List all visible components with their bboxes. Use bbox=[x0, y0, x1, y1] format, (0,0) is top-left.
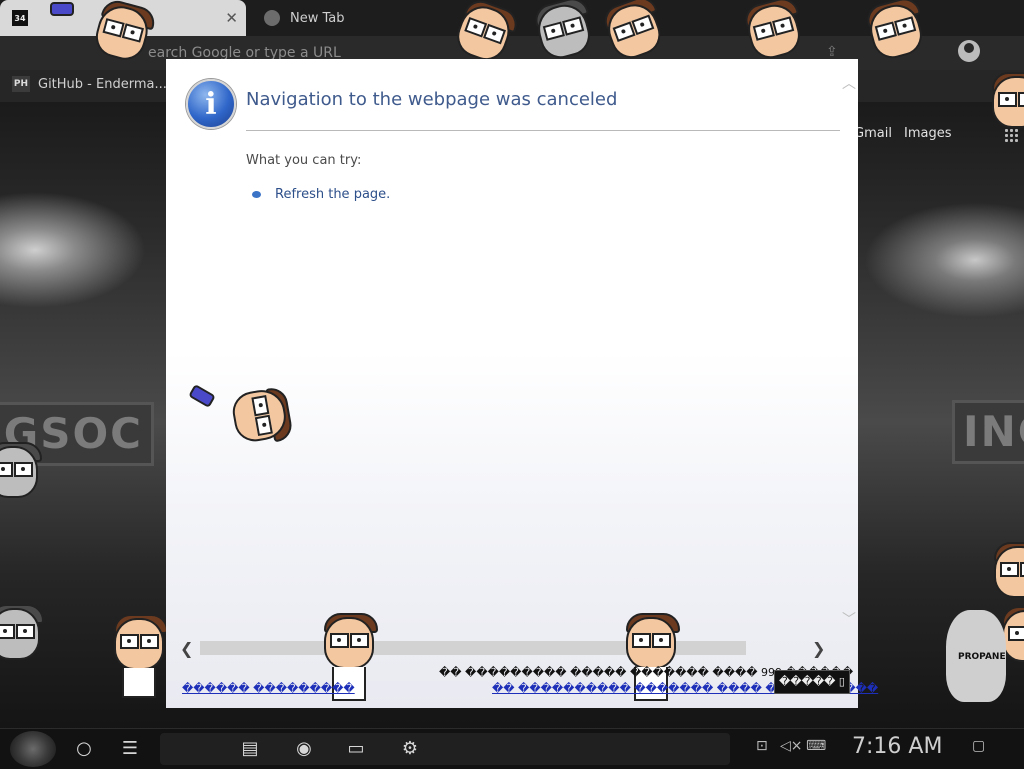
tab-title: New Tab bbox=[290, 10, 345, 26]
network-icon[interactable]: ⊡ bbox=[756, 738, 768, 754]
cartoon-hand-decoration bbox=[188, 383, 216, 409]
cartoon-head-decoration bbox=[106, 612, 168, 670]
taskbar-clock[interactable]: 7:16 AM bbox=[852, 734, 942, 759]
settings-icon[interactable]: ⚙ bbox=[398, 737, 422, 761]
background-sign-right: INC bbox=[952, 400, 1024, 464]
scroll-down-arrow-icon[interactable]: ﹀ bbox=[842, 609, 856, 629]
scroll-left-arrow-icon[interactable]: ❮ bbox=[180, 639, 193, 658]
profile-avatar-icon[interactable] bbox=[958, 40, 980, 62]
bookmark-favicon-icon: PH bbox=[12, 76, 30, 92]
refresh-label: Refresh the page. bbox=[275, 187, 391, 202]
browser-icon[interactable]: ◉ bbox=[292, 737, 316, 761]
scroll-up-arrow-icon[interactable]: ︿ bbox=[842, 73, 856, 93]
error-dialog: i Navigation to the webpage was canceled… bbox=[166, 59, 878, 708]
tab-favicon-icon: 34 bbox=[12, 10, 28, 26]
propane-label: PROPANE bbox=[958, 652, 1006, 662]
task-view-icon[interactable]: ☰ bbox=[118, 737, 142, 761]
tab-new-tab[interactable]: New Tab bbox=[252, 0, 452, 36]
try-label: What you can try: bbox=[246, 153, 362, 168]
tab-close-icon[interactable]: ✕ bbox=[225, 9, 238, 27]
start-orb-icon[interactable] bbox=[10, 731, 56, 767]
notification-icon[interactable]: ▢ bbox=[972, 738, 985, 754]
cartoon-head-decoration bbox=[0, 602, 44, 660]
cartoon-hand-decoration bbox=[50, 2, 74, 16]
horizontal-scrollbar[interactable]: ❮ ❯ bbox=[180, 639, 830, 658]
garbled-link-left[interactable]: ������ ��������� bbox=[182, 682, 355, 695]
cartoon-head-decoration bbox=[986, 540, 1024, 598]
cartoon-head-decoration bbox=[0, 440, 42, 498]
bookmark-github[interactable]: PH GitHub - Enderma... bbox=[12, 76, 167, 92]
apps-grid-icon[interactable] bbox=[1004, 128, 1018, 142]
dialog-title: Navigation to the webpage was canceled bbox=[246, 89, 618, 110]
cartoon-head-decoration bbox=[228, 377, 296, 446]
cartoon-head-decoration bbox=[316, 611, 378, 669]
cartoon-head-decoration bbox=[618, 611, 680, 669]
share-icon[interactable]: ⇪ bbox=[826, 44, 838, 60]
google-links: Gmail Images bbox=[854, 126, 1024, 146]
notes-icon[interactable]: ▤ bbox=[238, 737, 262, 761]
refresh-link[interactable]: Refresh the page. bbox=[252, 187, 390, 202]
scroll-right-arrow-icon[interactable]: ❯ bbox=[812, 639, 825, 658]
dialog-action-button[interactable]: ����� ▯ bbox=[774, 670, 850, 694]
keyboard-icon[interactable]: ⌨ bbox=[806, 738, 826, 754]
volume-muted-icon[interactable]: ◁× bbox=[780, 738, 803, 754]
cartoon-body-decoration bbox=[122, 668, 156, 698]
bookmark-label: GitHub - Enderma... bbox=[38, 76, 167, 92]
cartoon-head-decoration bbox=[984, 70, 1024, 128]
circle-search-icon[interactable]: ○ bbox=[72, 737, 96, 761]
info-icon: i bbox=[186, 79, 236, 129]
gmail-link[interactable]: Gmail bbox=[854, 126, 892, 141]
chrome-icon bbox=[264, 10, 280, 26]
folder-icon[interactable]: ▭ bbox=[344, 737, 368, 761]
images-link[interactable]: Images bbox=[904, 126, 952, 141]
bullet-icon bbox=[252, 191, 261, 198]
title-divider bbox=[246, 130, 840, 131]
